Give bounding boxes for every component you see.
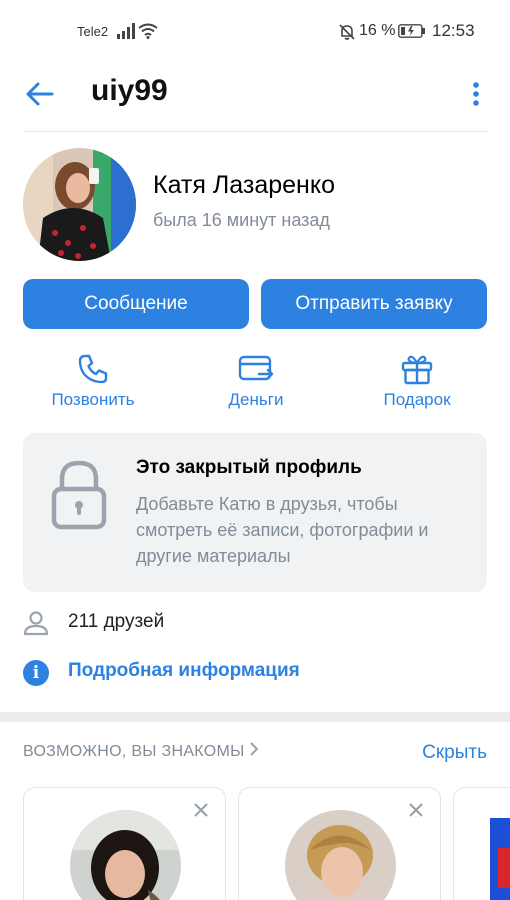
friends-count-text: 211 друзей xyxy=(68,611,165,632)
recommendation-avatar[interactable] xyxy=(70,810,181,900)
mute-icon xyxy=(338,23,356,46)
closed-profile-text: Добавьте Катю в друзья, чтобы смотреть е… xyxy=(136,494,429,566)
send-request-button[interactable]: Отправить заявку xyxy=(261,279,487,329)
gift-label: Подарок xyxy=(383,390,451,409)
recommendation-avatar[interactable] xyxy=(285,810,396,900)
message-button[interactable]: Сообщение xyxy=(23,279,249,329)
recommendations-title: ВОЗМОЖНО, ВЫ ЗНАКОМЫ xyxy=(23,743,245,760)
call-label: Позвонить xyxy=(51,390,135,409)
money-action[interactable]: Деньги xyxy=(191,352,321,412)
recommendations-header[interactable]: ВОЗМОЖНО, ВЫ ЗНАКОМЫ xyxy=(23,742,259,761)
top-app-bar: uiy99 xyxy=(0,64,510,124)
close-icon[interactable] xyxy=(193,802,209,823)
hide-recommendations-button[interactable]: Скрыть xyxy=(422,742,487,764)
signal-icon xyxy=(117,23,135,44)
section-separator xyxy=(0,712,510,722)
user-icon xyxy=(23,611,49,636)
clock-time: 12:53 xyxy=(432,21,475,40)
back-arrow-icon[interactable] xyxy=(24,78,56,110)
chevron-right-icon xyxy=(249,742,259,761)
call-action[interactable]: Позвонить xyxy=(28,352,158,412)
recommendation-card[interactable] xyxy=(238,787,441,900)
close-icon[interactable] xyxy=(408,802,424,823)
recommendation-card[interactable] xyxy=(23,787,226,900)
page-title: uiy99 xyxy=(91,74,168,107)
profile-name: Катя Лазаренко xyxy=(153,171,335,199)
details-row[interactable]: i Подробная информация xyxy=(23,655,488,689)
battery-charging-icon xyxy=(398,24,426,43)
recommendation-card[interactable] xyxy=(453,787,510,900)
battery-percent: 16 % xyxy=(359,22,396,39)
money-transfer-icon xyxy=(238,355,274,381)
profile-avatar[interactable] xyxy=(23,148,136,261)
last-seen-status: была 16 минут назад xyxy=(153,210,330,230)
money-label: Деньги xyxy=(228,390,284,409)
gift-action[interactable]: Подарок xyxy=(352,352,482,412)
lock-icon xyxy=(49,459,109,536)
header-divider xyxy=(23,131,488,132)
gift-icon xyxy=(401,355,433,385)
info-icon: i xyxy=(23,660,49,686)
phone-icon xyxy=(78,354,108,384)
friends-count-row[interactable]: 211 друзей xyxy=(23,606,488,640)
wifi-icon xyxy=(138,23,158,44)
status-bar: Tele2 16 % 12:53 xyxy=(0,0,510,64)
more-vertical-icon[interactable] xyxy=(466,78,486,110)
closed-profile-title: Это закрытый профиль xyxy=(136,457,362,478)
details-link[interactable]: Подробная информация xyxy=(68,660,300,682)
carrier-name: Tele2 xyxy=(77,24,109,39)
closed-profile-card: Это закрытый профиль Добавьте Катю в дру… xyxy=(23,433,487,592)
